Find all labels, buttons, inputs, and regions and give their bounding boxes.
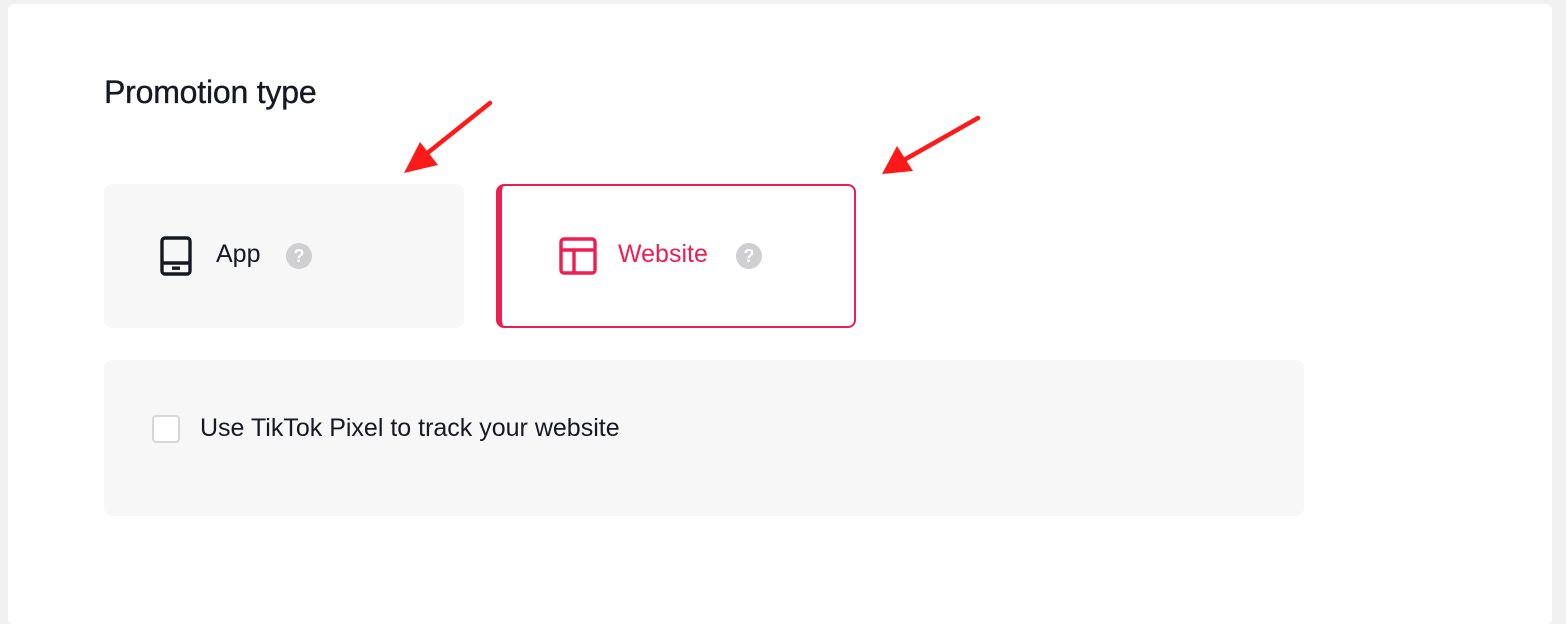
pixel-checkbox[interactable] [152,415,180,443]
tablet-icon [160,236,192,276]
app-option-label: App [216,240,261,268]
pixel-tracking-box: Use TikTok Pixel to track your website [104,360,1304,516]
website-option-label: Website [618,240,708,268]
help-icon[interactable]: ? [286,243,312,269]
promotion-option-website[interactable]: Website ? [496,184,856,328]
help-icon[interactable]: ? [736,243,762,269]
promotion-option-app[interactable]: App ? [104,184,464,328]
section-title: Promotion type [104,74,317,110]
layout-icon [559,237,597,275]
pixel-checkbox-label[interactable]: Use TikTok Pixel to track your website [200,414,620,443]
